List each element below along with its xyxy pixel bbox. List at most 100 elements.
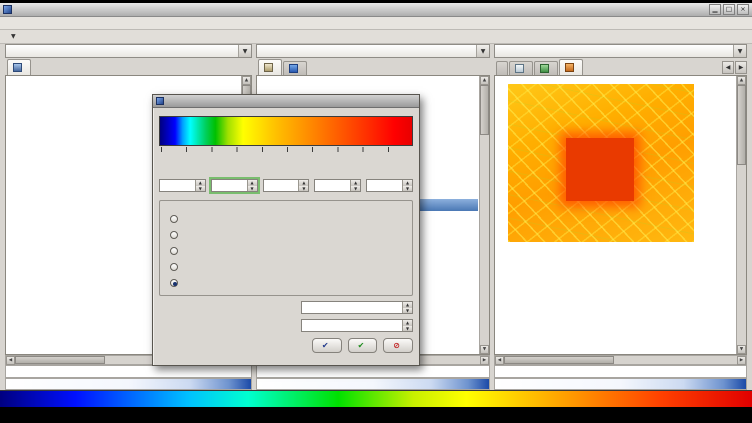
- scroll-up-icon[interactable]: ▲: [737, 76, 746, 85]
- lighten-spinbox[interactable]: ▲▼: [301, 301, 413, 314]
- tab-scroll-left-button[interactable]: ◀: [722, 61, 734, 74]
- spin-down-icon[interactable]: ▼: [299, 186, 308, 192]
- system-vscrollbar[interactable]: ▲ ▼: [736, 76, 746, 354]
- tab-bg-p-xyzt[interactable]: [534, 61, 558, 75]
- menu-file[interactable]: [4, 22, 14, 24]
- dialog-buttons: ✔ ✔ ⊘: [159, 338, 413, 353]
- green-at-spinbox[interactable]: ▲▼: [263, 179, 310, 192]
- spin-buttons[interactable]: ▲▼: [195, 180, 205, 191]
- apply-button[interactable]: ✔: [348, 338, 378, 353]
- tab-scroll-right-button[interactable]: ▶: [735, 61, 747, 74]
- spin-down-icon[interactable]: ▼: [403, 326, 412, 332]
- close-button[interactable]: ×: [737, 4, 749, 15]
- radio-linear[interactable]: [170, 211, 402, 227]
- call-value-mode-combo[interactable]: ▼: [256, 44, 490, 58]
- spin-value: [160, 180, 195, 191]
- spin-buttons[interactable]: ▲▼: [402, 320, 412, 331]
- menu-help[interactable]: [40, 22, 50, 24]
- menu-plugins[interactable]: [28, 22, 38, 24]
- tab-flat-view[interactable]: [283, 61, 307, 75]
- system-value-mode-combo[interactable]: ▼: [494, 44, 747, 58]
- radio-quadratic-1[interactable]: [170, 227, 402, 243]
- scroll-down-icon[interactable]: ▼: [480, 345, 489, 354]
- call-scale-strip: [256, 378, 490, 390]
- call-vscrollbar[interactable]: ▲ ▼: [479, 76, 489, 354]
- color-stop-spinboxes: ▲▼ ▲▼ ▲▼ ▲▼ ▲▼: [159, 179, 413, 192]
- radio-icon: [170, 263, 178, 271]
- green-at-label: [263, 169, 310, 179]
- tab-boxplot[interactable]: [509, 61, 533, 75]
- scroll-track[interactable]: [614, 356, 737, 364]
- system-scale-strip: [494, 378, 747, 390]
- save-settings-button[interactable]: [29, 36, 35, 38]
- radio-selected-icon: [170, 279, 178, 287]
- cyan-at-spinbox[interactable]: ▲▼: [211, 179, 258, 192]
- scroll-up-icon[interactable]: ▲: [242, 76, 251, 85]
- scroll-left-icon[interactable]: ◀: [6, 356, 15, 365]
- metric-value-mode-combo[interactable]: ▼: [5, 44, 252, 58]
- colormap-legend: [0, 390, 752, 407]
- menu-display[interactable]: [16, 22, 26, 24]
- colormap-preview: [159, 116, 413, 146]
- topology-heatmap[interactable]: [508, 84, 694, 242]
- spin-buttons[interactable]: ▲▼: [247, 180, 257, 191]
- coloring-method-group: [159, 200, 413, 296]
- chevron-down-icon[interactable]: ▼: [476, 45, 489, 57]
- spin-down-icon[interactable]: ▼: [196, 186, 205, 192]
- spin-value: [302, 302, 402, 313]
- tab-system-tree[interactable]: [496, 61, 508, 75]
- system-hscrollbar[interactable]: ◀ ▶: [494, 355, 747, 365]
- metric-tabbar: [5, 59, 252, 75]
- start-at-label: [159, 169, 206, 179]
- yellow-at-label: [314, 169, 361, 179]
- scroll-track[interactable]: [480, 135, 489, 345]
- call-value-footer: [256, 365, 490, 378]
- spin-value: [302, 320, 402, 331]
- scroll-left-icon[interactable]: ◀: [495, 356, 504, 365]
- spin-down-icon[interactable]: ▼: [351, 186, 360, 192]
- maximize-button[interactable]: □: [723, 4, 735, 15]
- dialog-icon: [156, 97, 164, 105]
- scroll-thumb[interactable]: [737, 85, 746, 165]
- dialog-titlebar[interactable]: [153, 95, 419, 108]
- radio-quadratic-2[interactable]: [170, 243, 402, 259]
- cancel-button[interactable]: ⊘: [383, 338, 413, 353]
- spin-buttons[interactable]: ▲▼: [402, 302, 412, 313]
- spin-down-icon[interactable]: ▼: [403, 186, 412, 192]
- metric-tree-icon: [13, 63, 22, 72]
- tab-app-256x256[interactable]: [559, 59, 583, 75]
- chevron-down-icon[interactable]: ▼: [238, 45, 251, 57]
- cyan-at-label: [211, 169, 258, 179]
- system-value-footer: [494, 365, 747, 378]
- start-at-spinbox[interactable]: ▲▼: [159, 179, 206, 192]
- scroll-track[interactable]: [737, 165, 746, 345]
- yellow-at-spinbox[interactable]: ▲▼: [314, 179, 361, 192]
- scroll-thumb[interactable]: [480, 85, 489, 135]
- chevron-down-icon[interactable]: ▼: [733, 45, 746, 57]
- tab-metric-tree[interactable]: [7, 59, 31, 75]
- scroll-thumb[interactable]: [504, 356, 614, 364]
- spin-buttons[interactable]: ▲▼: [350, 180, 360, 191]
- spin-buttons[interactable]: ▲▼: [298, 180, 308, 191]
- radio-exponential-1[interactable]: [170, 259, 402, 275]
- flat-view-icon: [289, 64, 298, 73]
- ok-button[interactable]: ✔: [312, 338, 342, 353]
- scroll-right-icon[interactable]: ▶: [737, 356, 746, 365]
- spin-down-icon[interactable]: ▼: [403, 308, 412, 314]
- minimize-button[interactable]: ▁: [709, 4, 721, 15]
- restore-setting-button[interactable]: ▼: [5, 32, 19, 41]
- application-window: ▁ □ × ▼ ▼ ▼ ▼: [0, 3, 752, 407]
- scroll-right-icon[interactable]: ▶: [480, 356, 489, 365]
- radio-icon: [170, 231, 178, 239]
- system-tabbar: ◀ ▶: [494, 59, 747, 75]
- tab-call-tree[interactable]: [258, 59, 282, 75]
- scroll-up-icon[interactable]: ▲: [480, 76, 489, 85]
- spin-buttons[interactable]: ▲▼: [402, 180, 412, 191]
- titlebar[interactable]: ▁ □ ×: [0, 3, 752, 17]
- spin-down-icon[interactable]: ▼: [248, 186, 257, 192]
- end-at-spinbox[interactable]: ▲▼: [366, 179, 413, 192]
- radio-exponential-2[interactable]: [170, 275, 402, 291]
- scroll-thumb[interactable]: [15, 356, 105, 364]
- scroll-down-icon[interactable]: ▼: [737, 345, 746, 354]
- whiten-spinbox[interactable]: ▲▼: [301, 319, 413, 332]
